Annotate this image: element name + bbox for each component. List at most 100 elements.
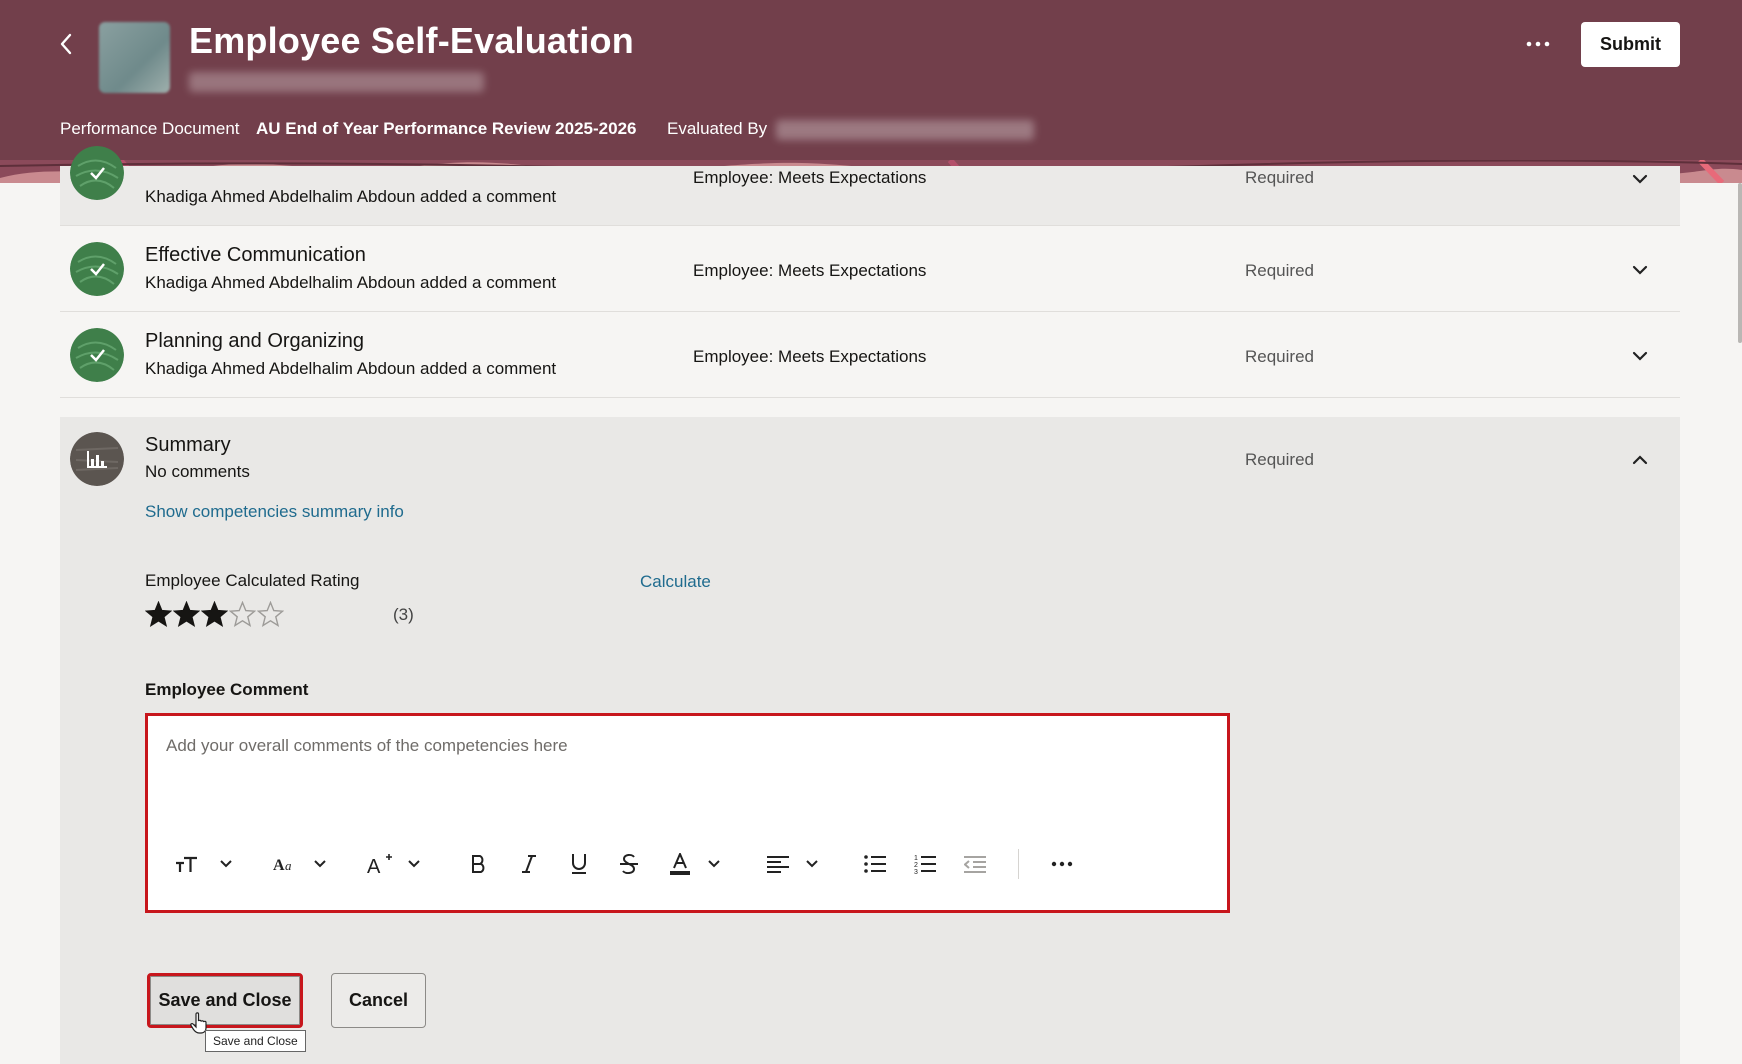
competency-comment: Khadiga Ahmed Abdelhalim Abdoun added a … [145, 273, 557, 292]
font-family-icon: Aa [273, 857, 292, 872]
font-family-button[interactable]: Aa [266, 846, 306, 882]
employee-name-redacted [189, 72, 484, 92]
outdent-button[interactable] [950, 846, 1000, 882]
chevron-down-icon [220, 860, 232, 868]
competency-comment: Khadiga Ahmed Abdelhalim Abdoun added a … [145, 187, 557, 206]
page-title: Employee Self-Evaluation [189, 20, 634, 61]
competency-row-planning-and-organizing[interactable]: Planning and Organizing Khadiga Ahmed Ab… [60, 312, 1680, 398]
competency-row-effective-communication[interactable]: Effective Communication Khadiga Ahmed Ab… [60, 226, 1680, 312]
font-color-icon [670, 853, 690, 875]
numbered-list-icon: 123 [914, 855, 936, 874]
strikethrough-button[interactable] [604, 846, 654, 882]
complete-status-icon [70, 146, 124, 200]
more-horizontal-icon [1526, 41, 1550, 47]
star-rating [145, 601, 284, 628]
page-header: Employee Self-Evaluation Submit Performa… [0, 0, 1742, 183]
calculate-link[interactable]: Calculate [640, 572, 711, 592]
competency-status: Required [1245, 168, 1314, 187]
strikethrough-icon [620, 853, 638, 875]
more-actions-button[interactable] [1524, 27, 1552, 61]
competency-rating: Employee: Meets Expectations [693, 261, 927, 280]
page-scrollbar[interactable] [1738, 183, 1742, 343]
italic-button[interactable] [504, 846, 554, 882]
star-empty-icon [257, 601, 284, 628]
competency-rating: Employee: Meets Expectations [693, 347, 927, 366]
submit-button[interactable]: Submit [1581, 22, 1680, 67]
summary-title: Summary [145, 434, 231, 456]
star-filled-icon [145, 601, 172, 628]
align-left-icon [767, 856, 789, 873]
chevron-down-icon[interactable] [1630, 169, 1650, 189]
competency-name: Planning and Organizing [145, 330, 365, 352]
font-size-dropdown[interactable] [400, 846, 428, 882]
employee-comment-editor[interactable]: Add your overall comments of the compete… [145, 713, 1230, 913]
cancel-button[interactable]: Cancel [331, 973, 426, 1028]
star-filled-icon [201, 601, 228, 628]
summary-section: Summary No comments Required Show compet… [60, 417, 1680, 1064]
show-competencies-summary-link[interactable]: Show competencies summary info [145, 502, 404, 522]
save-and-close-button[interactable]: Save and Close [147, 973, 303, 1028]
text-style-dropdown[interactable] [212, 846, 240, 882]
competency-row[interactable]: Khadiga Ahmed Abdelhalim Abdoun added a … [60, 146, 1680, 226]
more-horizontal-icon [1051, 861, 1073, 867]
save-and-close-tooltip: Save and Close [205, 1030, 306, 1052]
underline-icon [572, 854, 586, 874]
svg-text:A: A [273, 857, 285, 872]
align-dropdown[interactable] [798, 846, 826, 882]
svg-text:1: 1 [914, 855, 918, 862]
svg-text:3: 3 [914, 869, 918, 874]
summary-comment: No comments [145, 462, 250, 481]
align-button[interactable] [758, 846, 798, 882]
performance-document-value: AU End of Year Performance Review 2025-2… [256, 119, 637, 138]
rich-text-toolbar: Aa A 1 2 3 [162, 844, 1087, 884]
svg-text:a: a [285, 858, 292, 872]
employee-avatar [99, 22, 170, 93]
outdent-icon [964, 856, 986, 873]
summary-chart-icon [70, 432, 124, 486]
editor-placeholder: Add your overall comments of the compete… [166, 736, 568, 755]
font-color-dropdown[interactable] [700, 846, 728, 882]
complete-status-icon [70, 242, 124, 296]
svg-text:A: A [367, 856, 381, 874]
toolbar-separator [1018, 849, 1019, 879]
chevron-down-icon[interactable] [1630, 260, 1650, 280]
chevron-up-icon[interactable] [1630, 450, 1650, 470]
more-formatting-button[interactable] [1037, 846, 1087, 882]
competency-comment: Khadiga Ahmed Abdelhalim Abdoun added a … [145, 359, 557, 378]
competency-status: Required [1245, 347, 1314, 366]
competency-status: Required [1245, 261, 1314, 280]
numbered-list-button[interactable]: 123 [900, 846, 950, 882]
font-size-icon: A [367, 854, 392, 874]
bulleted-list-button[interactable] [850, 846, 900, 882]
chevron-down-icon [314, 860, 326, 868]
employee-comment-label: Employee Comment [145, 680, 309, 699]
chevron-left-icon [60, 33, 72, 55]
star-empty-icon [229, 601, 256, 628]
chevron-down-icon [806, 860, 818, 868]
chevron-down-icon [408, 860, 420, 868]
underline-button[interactable] [554, 846, 604, 882]
font-color-button[interactable] [660, 846, 700, 882]
bold-button[interactable] [454, 846, 504, 882]
rating-value-text: (3) [393, 605, 414, 624]
competency-rating: Employee: Meets Expectations [693, 168, 927, 187]
bulleted-list-icon [864, 855, 886, 873]
italic-icon [522, 855, 536, 873]
complete-status-icon [70, 328, 124, 382]
summary-status: Required [1245, 450, 1314, 469]
text-style-button[interactable] [162, 846, 212, 882]
chevron-down-icon[interactable] [1630, 346, 1650, 366]
svg-text:2: 2 [914, 862, 918, 869]
competency-name: Effective Communication [145, 244, 366, 266]
performance-document-label: Performance Document [60, 119, 240, 138]
chevron-down-icon [708, 860, 720, 868]
evaluated-by-label: Evaluated By [667, 119, 768, 138]
calculated-rating-label: Employee Calculated Rating [145, 571, 360, 590]
font-family-dropdown[interactable] [306, 846, 334, 882]
bold-icon [472, 855, 485, 873]
text-size-icon [176, 856, 197, 872]
evaluator-name-redacted [776, 120, 1034, 140]
font-size-button[interactable]: A [360, 846, 400, 882]
back-button[interactable] [52, 28, 80, 60]
star-filled-icon [173, 601, 200, 628]
